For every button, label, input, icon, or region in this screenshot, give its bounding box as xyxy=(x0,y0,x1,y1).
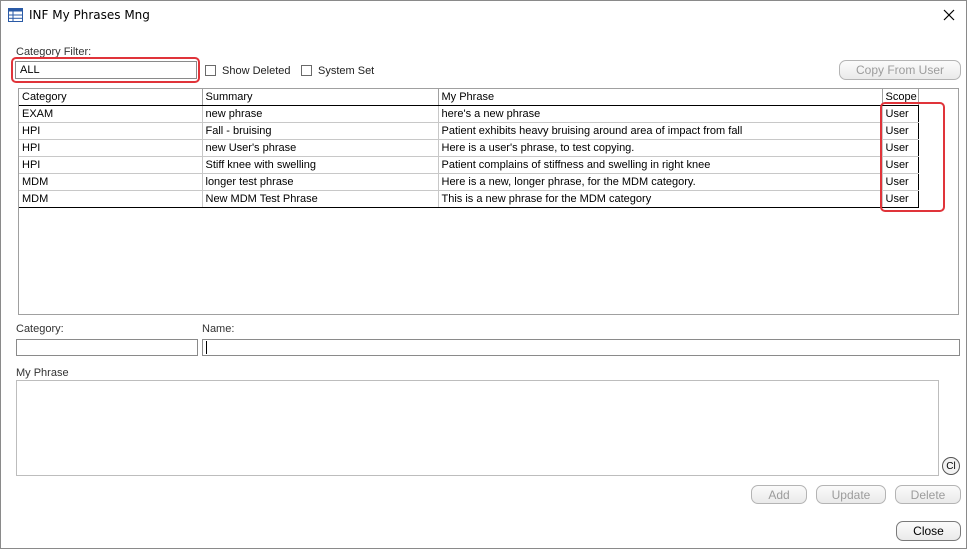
table-icon xyxy=(8,8,23,22)
show-deleted-checkbox[interactable] xyxy=(205,65,216,76)
category-filter-input[interactable]: ALL xyxy=(15,61,197,79)
column-header-scope[interactable]: Scope xyxy=(882,89,919,106)
system-set-label: System Set xyxy=(318,65,375,77)
close-button[interactable]: Close xyxy=(896,521,961,541)
cell-scope: User xyxy=(882,156,919,174)
clear-button[interactable]: Cl xyxy=(942,457,960,475)
my-phrase-textarea[interactable] xyxy=(16,380,939,476)
name-field[interactable] xyxy=(202,339,960,356)
cell-phrase: Patient complains of stiffness and swell… xyxy=(438,156,883,174)
cell-category: MDM xyxy=(19,173,203,191)
show-deleted-label: Show Deleted xyxy=(222,65,291,77)
cell-summary: Fall - bruising xyxy=(202,122,439,140)
my-phrase-label: My Phrase xyxy=(16,367,69,379)
table-row[interactable]: HPI Fall - bruising Patient exhibits hea… xyxy=(19,122,919,140)
system-set-checkbox[interactable] xyxy=(301,65,312,76)
category-field-label: Category: xyxy=(16,323,64,335)
table-row[interactable]: MDM New MDM Test Phrase This is a new ph… xyxy=(19,190,919,208)
cell-summary: longer test phrase xyxy=(202,173,439,191)
cell-summary: new phrase xyxy=(202,105,439,123)
title-bar: INF My Phrases Mng xyxy=(1,1,966,31)
cell-phrase: here's a new phrase xyxy=(438,105,883,123)
cell-phrase: This is a new phrase for the MDM categor… xyxy=(438,190,883,208)
grid-header-row: Category Summary My Phrase Scope xyxy=(19,89,919,106)
cell-summary: Stiff knee with swelling xyxy=(202,156,439,174)
cell-summary: New MDM Test Phrase xyxy=(202,190,439,208)
phrases-manager-window: INF My Phrases Mng Category Filter: ALL … xyxy=(0,0,967,549)
table-row[interactable]: HPI new User's phrase Here is a user's p… xyxy=(19,139,919,157)
cell-scope: User xyxy=(882,173,919,191)
cell-scope: User xyxy=(882,139,919,157)
copy-from-user-button[interactable]: Copy From User xyxy=(839,60,961,80)
cell-scope: User xyxy=(882,105,919,123)
window-title: INF My Phrases Mng xyxy=(29,8,150,22)
close-icon[interactable] xyxy=(937,5,961,25)
cell-phrase: Here is a new, longer phrase, for the MD… xyxy=(438,173,883,191)
cell-phrase: Patient exhibits heavy bruising around a… xyxy=(438,122,883,140)
cell-scope: User xyxy=(882,190,919,208)
table-row[interactable]: HPI Stiff knee with swelling Patient com… xyxy=(19,156,919,174)
category-filter-label: Category Filter: xyxy=(16,46,92,58)
cell-phrase: Here is a user's phrase, to test copying… xyxy=(438,139,883,157)
cell-category: HPI xyxy=(19,156,203,174)
text-cursor xyxy=(206,341,207,354)
cell-scope: User xyxy=(882,122,919,140)
table-row[interactable]: MDM longer test phrase Here is a new, lo… xyxy=(19,173,919,191)
add-button[interactable]: Add xyxy=(751,485,807,504)
delete-button[interactable]: Delete xyxy=(895,485,961,504)
table-row[interactable]: EXAM new phrase here's a new phrase User xyxy=(19,105,919,123)
cell-category: EXAM xyxy=(19,105,203,123)
column-header-summary[interactable]: Summary xyxy=(202,89,439,106)
phrases-table: Category Summary My Phrase Scope EXAM ne… xyxy=(19,89,919,208)
update-button[interactable]: Update xyxy=(816,485,886,504)
cell-category: HPI xyxy=(19,139,203,157)
column-header-category[interactable]: Category xyxy=(19,89,203,106)
cell-summary: new User's phrase xyxy=(202,139,439,157)
cell-category: HPI xyxy=(19,122,203,140)
phrases-grid: Category Summary My Phrase Scope EXAM ne… xyxy=(18,88,959,315)
name-field-label: Name: xyxy=(202,323,235,335)
column-header-my-phrase[interactable]: My Phrase xyxy=(438,89,883,106)
cell-category: MDM xyxy=(19,190,203,208)
category-field[interactable] xyxy=(16,339,198,356)
